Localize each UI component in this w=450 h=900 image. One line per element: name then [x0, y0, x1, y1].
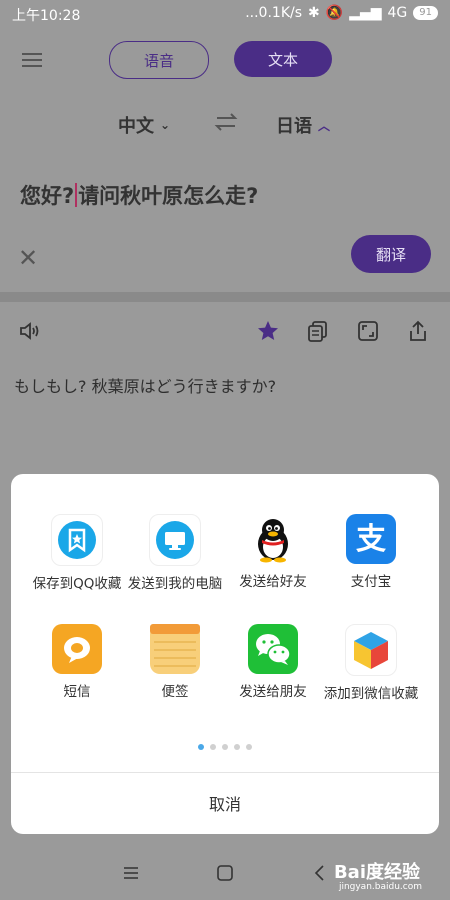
share-alipay[interactable]: 支 支付宝	[321, 514, 421, 592]
share-wechat-friend[interactable]: 发送给朋友	[223, 624, 323, 702]
section-divider	[0, 292, 450, 302]
bluetooth-icon: ✱	[308, 5, 320, 21]
share-item-label: 短信	[63, 684, 91, 700]
share-wechat-favorites[interactable]: 添加到微信收藏	[321, 624, 421, 704]
share-item-label: 支付宝	[350, 574, 392, 590]
share-sms[interactable]: 短信	[27, 624, 127, 702]
star-icon[interactable]	[256, 319, 280, 343]
share-qq-friend[interactable]: 发送给好友	[223, 514, 323, 592]
target-language-select[interactable]: 日语 ︿	[276, 112, 330, 138]
signal-icon: ▂▄▆	[349, 5, 382, 21]
wechat-icon	[248, 624, 298, 674]
back-nav-icon[interactable]	[312, 864, 326, 882]
page-dot	[222, 744, 228, 750]
battery-icon: 91	[413, 6, 438, 20]
baidu-watermark-url: jingyan.baidu.com	[338, 882, 422, 892]
computer-icon	[149, 514, 201, 566]
status-right: ...0.1K/s ✱ 🔕 ▂▄▆ 4G 91	[245, 5, 438, 21]
share-item-label: 发送到我的电脑	[127, 576, 223, 592]
tab-text[interactable]: 文本	[234, 41, 332, 77]
translation-result-text: もしもし? 秋葉原はどう行きますか?	[14, 377, 277, 396]
swap-languages-icon[interactable]	[214, 111, 238, 133]
qq-favorites-icon	[51, 514, 103, 566]
status-time: 上午10:28	[12, 8, 81, 24]
share-item-label: 便签	[161, 684, 189, 700]
clear-icon[interactable]: ✕	[18, 244, 38, 272]
network-type: 4G	[387, 5, 408, 21]
share-qq-favorites[interactable]: 保存到QQ收藏	[27, 514, 127, 594]
share-item-label: 添加到微信收藏	[323, 686, 419, 702]
page-indicator	[0, 744, 450, 750]
share-notes[interactable]: 便签	[125, 624, 225, 702]
cancel-button[interactable]: 取消	[11, 773, 439, 833]
page-dot	[246, 744, 252, 750]
share-item-label: 发送给好友	[239, 574, 307, 590]
text-cursor	[75, 183, 78, 207]
page-dot	[210, 744, 216, 750]
chevron-down-icon: ⌄	[160, 118, 171, 132]
qq-penguin-icon	[248, 514, 298, 564]
chevron-up-icon: ︿	[318, 118, 331, 133]
source-text-input[interactable]: 您好? 请问秋叶原怎么走?	[20, 180, 258, 210]
target-language-label: 日语	[276, 116, 312, 137]
tab-voice[interactable]: 语音	[109, 41, 209, 79]
speaker-icon[interactable]	[18, 319, 42, 343]
source-language-select[interactable]: 中文 ⌄	[118, 112, 170, 138]
svg-text:支: 支	[356, 522, 386, 557]
source-text-part1: 您好?	[20, 184, 75, 208]
copy-icon[interactable]	[306, 319, 330, 343]
wechat-favorites-cube-icon	[345, 624, 397, 676]
translate-button[interactable]: 翻译	[351, 235, 431, 273]
fullscreen-icon[interactable]	[356, 319, 380, 343]
share-icon[interactable]	[406, 319, 430, 343]
network-speed: ...0.1K/s	[245, 5, 303, 21]
menu-icon[interactable]	[22, 50, 42, 68]
menu-nav-icon[interactable]	[122, 865, 140, 881]
page-dot	[234, 744, 240, 750]
home-nav-icon[interactable]	[216, 864, 234, 882]
status-bar: 上午10:28 ...0.1K/s ✱ 🔕 ▂▄▆ 4G 91	[0, 0, 450, 28]
share-my-computer[interactable]: 发送到我的电脑	[125, 514, 225, 594]
share-item-label: 保存到QQ收藏	[32, 576, 122, 592]
page-dot-active	[198, 744, 204, 750]
share-item-label: 发送给朋友	[239, 684, 307, 700]
baidu-watermark-logo: Bai度经验	[333, 862, 420, 883]
mute-icon: 🔕	[325, 5, 344, 21]
sms-icon	[52, 624, 102, 674]
alipay-icon: 支	[346, 514, 396, 564]
source-text-part2: 请问秋叶原怎么走?	[78, 184, 259, 208]
notes-icon	[150, 624, 200, 674]
source-language-label: 中文	[118, 116, 154, 137]
